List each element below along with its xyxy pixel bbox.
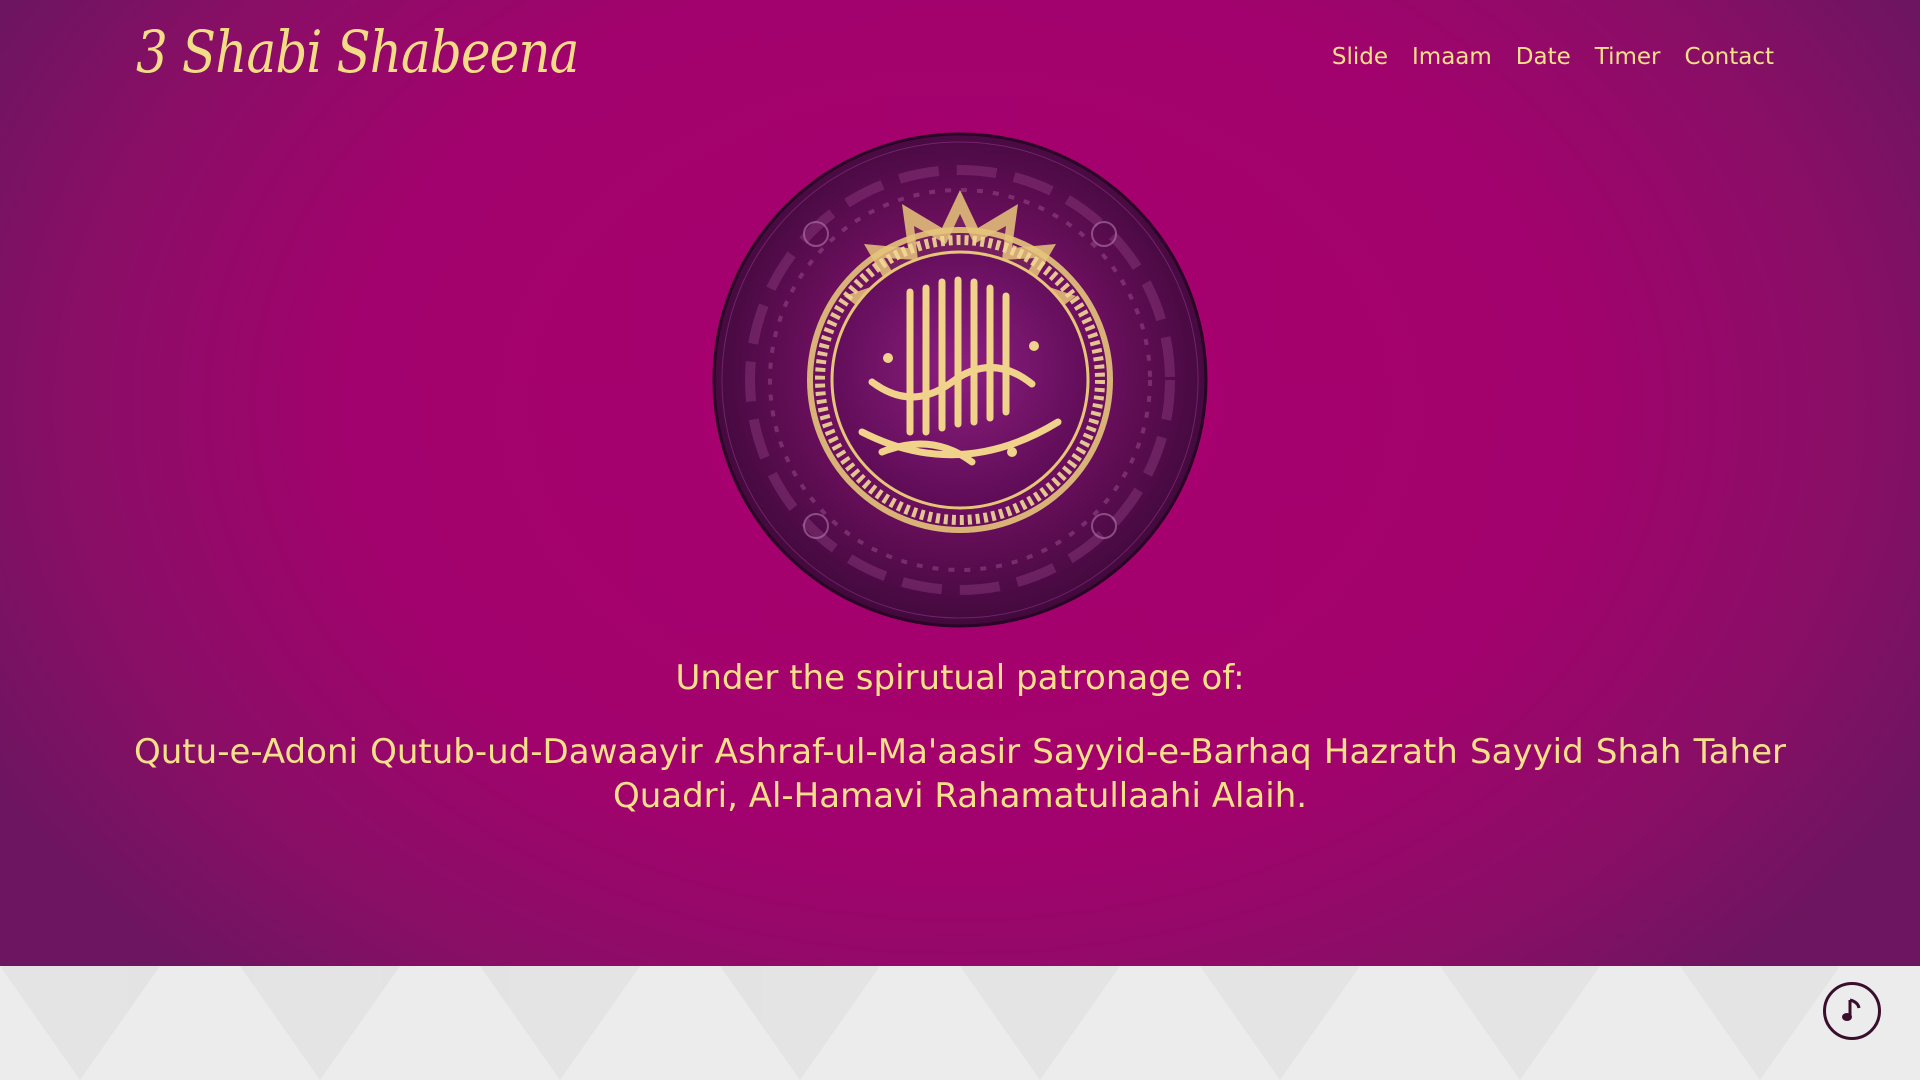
nav-link-date[interactable]: Date xyxy=(1516,44,1571,70)
hero-section: 3 Shabi Shabeena Slide Imaam Date Timer … xyxy=(0,0,1920,966)
footer-band xyxy=(0,966,1920,1080)
bismillah-calligraphy-emblem xyxy=(712,132,1208,628)
footer-pattern xyxy=(0,966,1840,1080)
site-logo[interactable]: 3 Shabi Shabeena xyxy=(136,18,579,86)
nav-link-contact[interactable]: Contact xyxy=(1685,44,1774,70)
nav-link-timer[interactable]: Timer xyxy=(1595,44,1661,70)
nav-link-slide[interactable]: Slide xyxy=(1332,44,1388,70)
patronage-heading: Under the spirutual patronage of: xyxy=(675,658,1245,698)
nav-link-imaam[interactable]: Imaam xyxy=(1412,44,1492,70)
main-nav: Slide Imaam Date Timer Contact xyxy=(1332,44,1774,70)
music-note-icon xyxy=(1842,998,1861,1021)
music-toggle-button[interactable] xyxy=(1823,982,1881,1040)
patron-names: Qutu-e-Adoni Qutub-ud-Dawaayir Ashraf-ul… xyxy=(134,732,1786,816)
